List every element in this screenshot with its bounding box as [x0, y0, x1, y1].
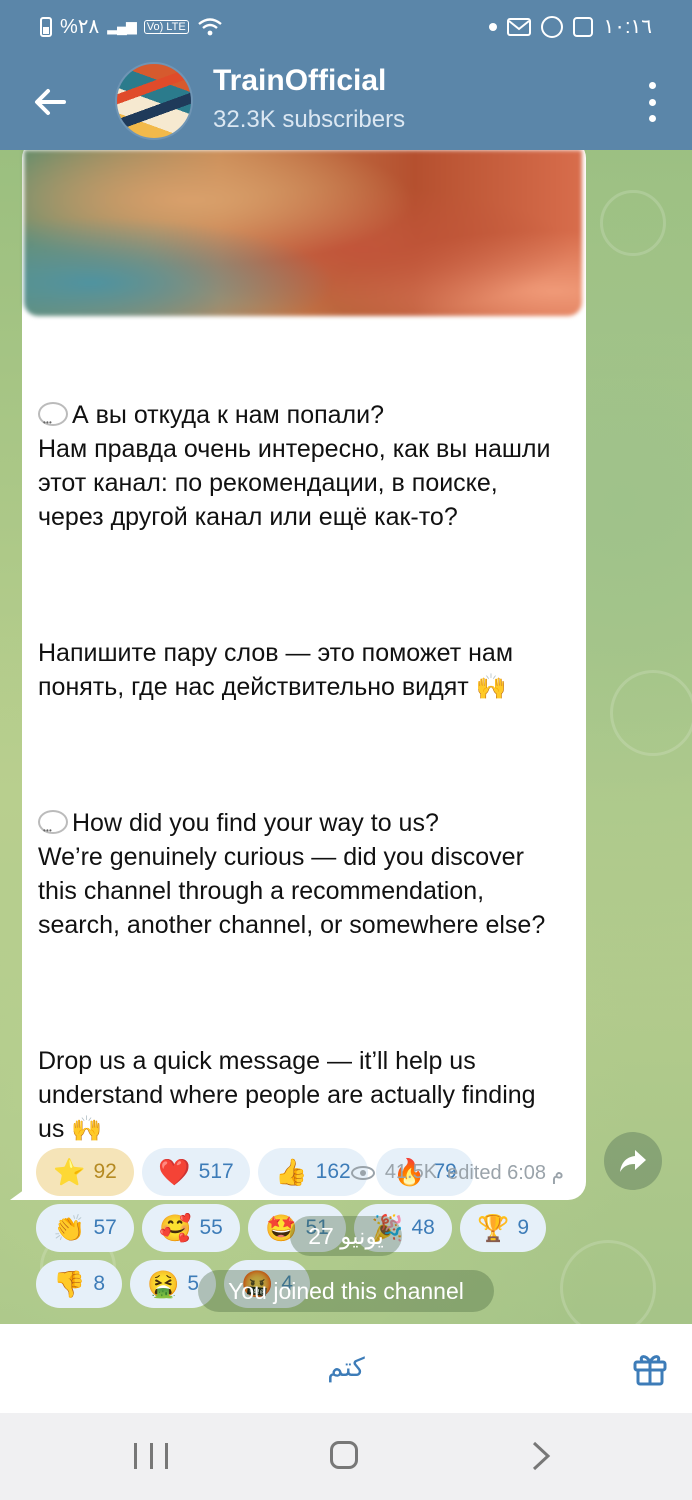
- speech-bubble-icon: [38, 810, 68, 848]
- speech-bubble-icon: [38, 402, 68, 440]
- message-media-preview[interactable]: [24, 150, 582, 316]
- eye-icon: [350, 1165, 375, 1180]
- status-right: ١٠:١٦: [489, 14, 652, 39]
- trophy-icon: 🏆: [476, 1213, 510, 1243]
- reaction-chip[interactable]: 👎 8: [36, 1260, 122, 1308]
- reaction-count: 8: [93, 1272, 106, 1295]
- view-count: 41.5K: [384, 1161, 438, 1183]
- message-paragraph-en-1: How did you find your way to us? We’re g…: [38, 806, 568, 942]
- vomiting-face-icon: 🤮: [146, 1269, 180, 1299]
- star-icon: ⭐: [53, 1157, 86, 1187]
- mute-button[interactable]: كتم: [296, 1346, 396, 1390]
- reaction-chip[interactable]: ❤️ 517: [142, 1148, 250, 1196]
- subscriber-count: 32.3K subscribers: [213, 106, 406, 133]
- gallery-icon: [573, 16, 594, 37]
- message-paragraph-ru-2: Напишите пару слов — это поможет нам пон…: [38, 639, 520, 701]
- channel-avatar[interactable]: [115, 62, 193, 140]
- battery-icon: [40, 16, 52, 37]
- forward-icon: [620, 1150, 646, 1172]
- battery-text: %٢٨: [60, 16, 100, 38]
- home-button[interactable]: [330, 1441, 358, 1469]
- background-doodle: [560, 1240, 656, 1324]
- message-paragraph-en-2: Drop us a quick message — it’ll help us …: [38, 1047, 543, 1143]
- wifi-icon: [197, 17, 222, 35]
- reaction-count: 55: [199, 1216, 223, 1239]
- chat-area[interactable]: А вы откуда к нам попали? Нам правда оче…: [0, 150, 692, 1324]
- reaction-chip[interactable]: 🏆 9: [460, 1204, 546, 1252]
- app-notification-icon: [541, 15, 564, 38]
- bubble-tail: [10, 1184, 32, 1200]
- share-button[interactable]: [604, 1132, 662, 1190]
- notification-dot-icon: [489, 22, 498, 31]
- message-bubble[interactable]: А вы откуда к нам попали? Нам правда оче…: [22, 150, 586, 1308]
- reaction-chip[interactable]: ⭐ 92: [36, 1148, 134, 1196]
- status-left: %٢٨ ▂▄▆ Vo) LTE: [40, 14, 223, 39]
- system-navigation-bar: [0, 1413, 692, 1500]
- thumbs-down-icon: 👎: [52, 1269, 86, 1299]
- joined-notice: You joined this channel: [198, 1270, 494, 1312]
- more-menu-button[interactable]: [642, 82, 662, 122]
- clock: ١٠:١٦: [603, 16, 652, 38]
- message-meta: 41.5K edited 6:08 م: [350, 1160, 564, 1185]
- reaction-count: 92: [93, 1160, 117, 1183]
- edited-time: edited 6:08 م: [447, 1162, 564, 1184]
- message-paragraph-ru-1: А вы откуда к нам попали? Нам правда оче…: [38, 398, 568, 534]
- signal-icon: ▂▄▆: [107, 18, 136, 34]
- back-button[interactable]: [28, 80, 72, 124]
- recent-apps-button[interactable]: [134, 1443, 168, 1469]
- reaction-count: 162: [315, 1160, 351, 1183]
- clapping-hands-icon: 👏: [53, 1213, 86, 1243]
- background-doodle: [600, 190, 666, 256]
- volte-badge: Vo) LTE: [143, 19, 189, 34]
- reaction-count: 48: [411, 1216, 435, 1239]
- smiling-hearts-icon: 🥰: [159, 1213, 192, 1243]
- gift-icon[interactable]: [632, 1350, 668, 1386]
- channel-title[interactable]: TrainOfficial: [213, 64, 386, 98]
- thumbs-up-icon: 👍: [275, 1157, 308, 1187]
- reaction-chip[interactable]: 👏 57: [36, 1204, 134, 1252]
- gmail-icon: [507, 17, 532, 36]
- date-separator: 27 يونيو: [290, 1216, 402, 1256]
- message-text: А вы откуда к нам попали? Нам правда оче…: [38, 330, 568, 1248]
- background-doodle: [610, 670, 692, 756]
- channel-header: TrainOfficial 32.3K subscribers: [0, 52, 692, 150]
- system-back-button[interactable]: [526, 1441, 554, 1471]
- reaction-count: 57: [93, 1216, 117, 1239]
- reaction-count: 517: [198, 1160, 234, 1183]
- heart-icon: ❤️: [158, 1157, 191, 1187]
- status-bar: %٢٨ ▂▄▆ Vo) LTE ١٠:١٦: [0, 0, 692, 52]
- reaction-count: 9: [517, 1216, 530, 1239]
- bottom-bar: كتم: [0, 1324, 692, 1413]
- reaction-chip[interactable]: 🥰 55: [142, 1204, 240, 1252]
